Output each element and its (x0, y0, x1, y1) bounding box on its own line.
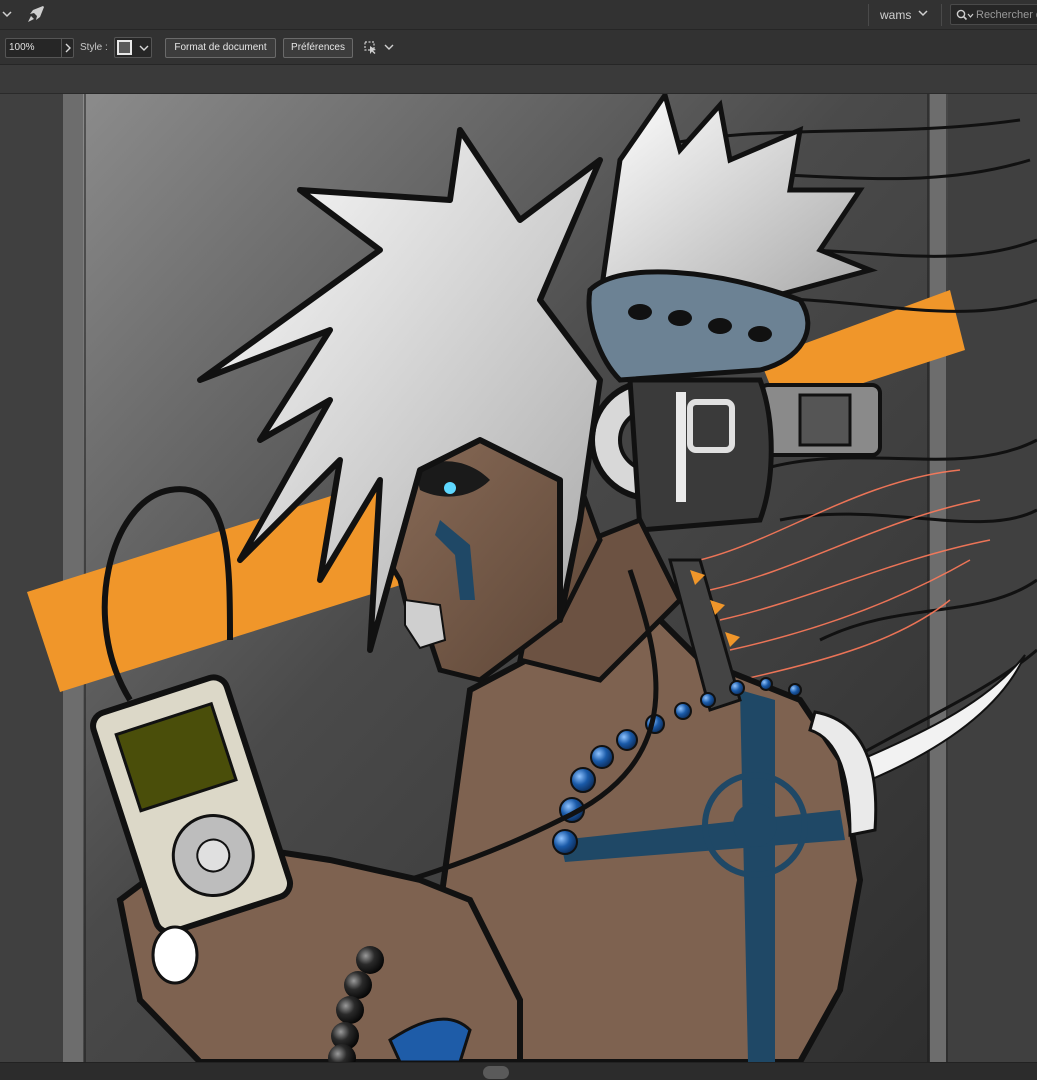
document-setup-button[interactable]: Format de document (165, 38, 276, 58)
chevron-down-icon[interactable] (2, 10, 12, 18)
zoom-value: 100% (9, 42, 35, 53)
search-icon (956, 9, 974, 21)
search-help-input[interactable]: Rechercher d (950, 4, 1037, 25)
search-placeholder: Rechercher d (976, 9, 1037, 21)
divider (868, 4, 869, 26)
divider (941, 4, 942, 26)
preferences-button[interactable]: Préférences (283, 38, 353, 58)
artwork-illustration[interactable] (0, 94, 1037, 1062)
graphic-style-picker[interactable] (114, 37, 152, 58)
workspace-switcher-label[interactable]: wams (880, 8, 911, 22)
control-bar: 100% Style : Format de document Préféren… (0, 30, 1037, 65)
thumbnail (151, 925, 199, 985)
horizontal-scrollbar[interactable] (0, 1062, 1037, 1080)
chevron-down-icon[interactable] (384, 43, 394, 51)
style-swatch (117, 40, 132, 55)
application-bar: wams Rechercher d (0, 0, 1037, 30)
eye-glow (444, 482, 456, 494)
chevron-right-icon (65, 43, 71, 53)
share-rocket-icon[interactable] (27, 5, 45, 23)
arrange-selection-icon[interactable] (362, 38, 380, 56)
om-tattoo-inner (733, 803, 777, 847)
zoom-field[interactable]: 100% (5, 38, 74, 58)
style-label: Style : (80, 42, 108, 53)
chevron-down-icon (139, 45, 149, 51)
chevron-down-icon[interactable] (918, 9, 928, 17)
zoom-stepper[interactable] (61, 39, 74, 57)
document-tab-strip (0, 65, 1037, 94)
canvas[interactable] (0, 94, 1037, 1062)
scrollbar-thumb[interactable] (483, 1066, 509, 1079)
